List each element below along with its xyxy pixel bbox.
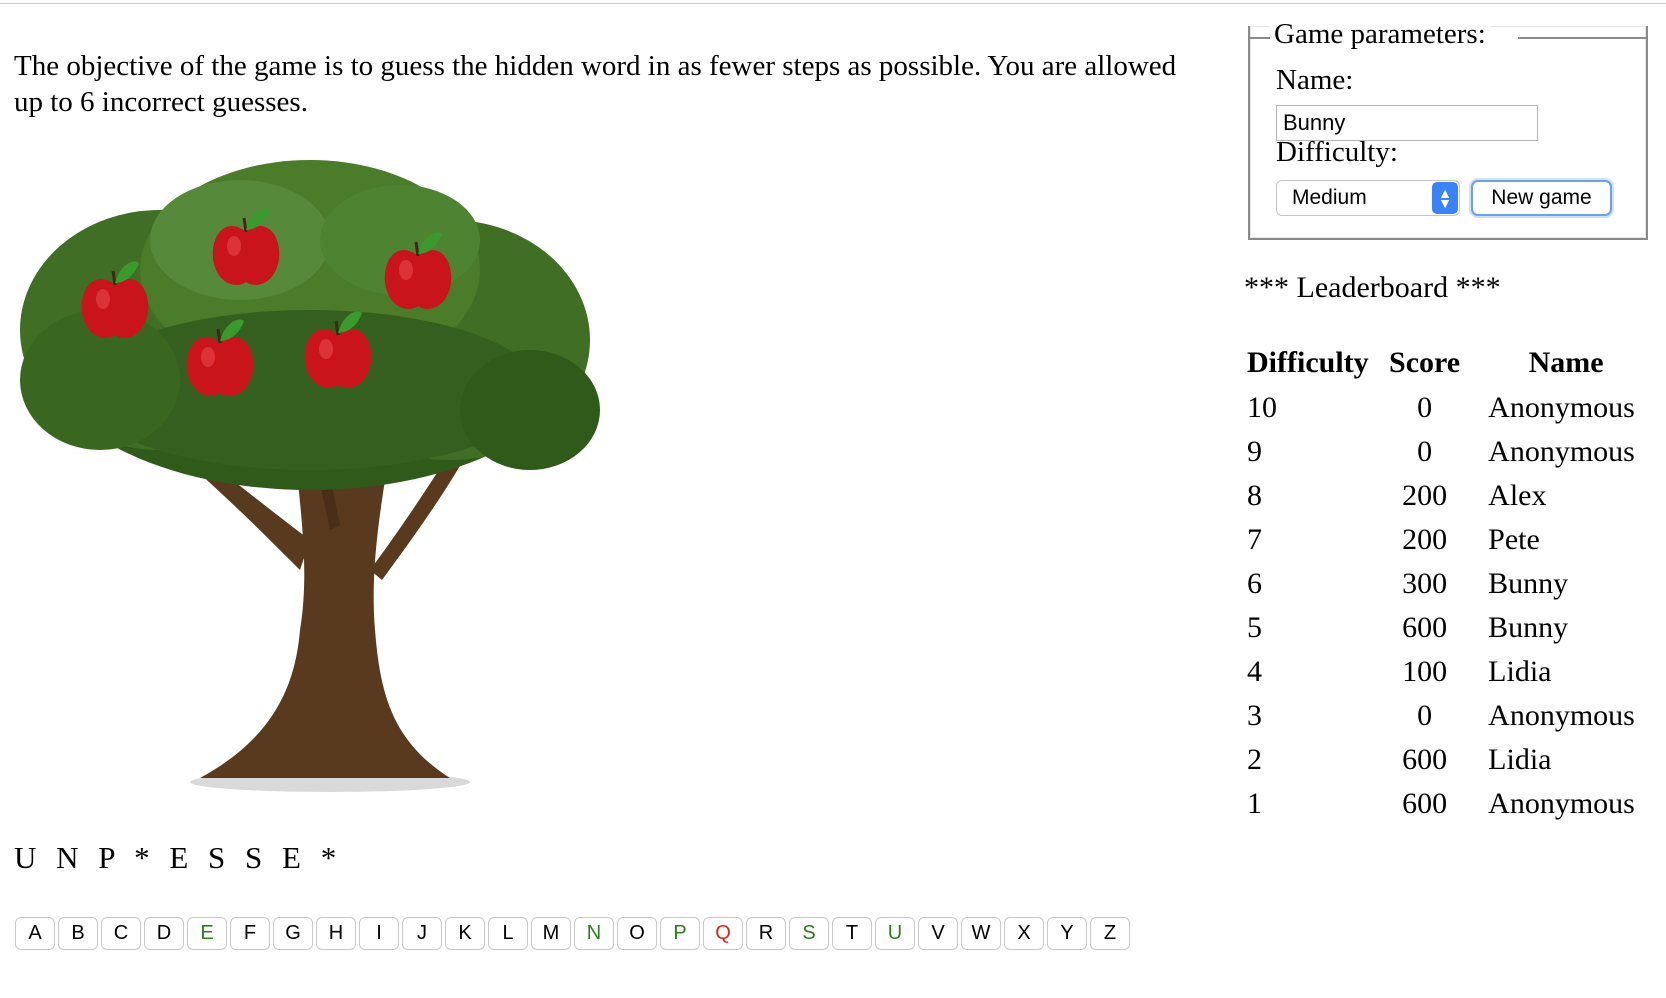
- leaderboard-row: 5 600 Bunny: [1247, 606, 1666, 650]
- game-objective: The objective of the game is to guess th…: [14, 50, 1177, 118]
- letter-key-f[interactable]: F: [230, 917, 270, 950]
- letter-key-h[interactable]: H: [316, 917, 356, 950]
- fieldset-border: [1518, 37, 1648, 39]
- letter-key-l[interactable]: L: [488, 917, 528, 950]
- leaderboard-row: 4 100 Lidia: [1247, 650, 1666, 694]
- leaderboard-cell-name: Anonymous: [1488, 699, 1635, 732]
- letter-key-z[interactable]: Z: [1090, 917, 1130, 950]
- leaderboard-title: *** Leaderboard ***: [1244, 271, 1501, 304]
- leaderboard-cell-score: 300: [1402, 567, 1448, 600]
- leaderboard-cell-score: 600: [1402, 787, 1448, 820]
- leaderboard-row: 6 300 Bunny: [1247, 562, 1666, 606]
- leaderboard-cell-score: 200: [1402, 523, 1448, 556]
- letter-key-u[interactable]: U: [875, 917, 915, 950]
- letter-key-o[interactable]: O: [617, 917, 657, 950]
- letter-key-c[interactable]: C: [101, 917, 141, 950]
- leaderboard-cell-name: Alex: [1488, 479, 1547, 512]
- letter-key-t[interactable]: T: [832, 917, 872, 950]
- leaderboard-cell-score: 100: [1402, 655, 1448, 688]
- letter-key-p[interactable]: P: [660, 917, 700, 950]
- fieldset-border: [1248, 37, 1270, 39]
- new-game-button[interactable]: New game: [1471, 180, 1612, 216]
- header-score: Score: [1389, 346, 1461, 379]
- leaderboard-cell-difficulty: 7: [1247, 523, 1262, 556]
- leaderboard-row: 2 600 Lidia: [1247, 738, 1666, 782]
- letter-key-d[interactable]: D: [144, 917, 184, 950]
- leaderboard-cell-score: 0: [1417, 435, 1433, 468]
- select-updown-icon: ▲ ▼: [1432, 182, 1458, 214]
- leaderboard-cell-score: 200: [1402, 479, 1448, 512]
- letter-key-q[interactable]: Q: [703, 917, 743, 950]
- leaderboard-cell-name: Bunny: [1488, 611, 1569, 644]
- header-difficulty: Difficulty: [1247, 346, 1369, 379]
- letter-key-y[interactable]: Y: [1047, 917, 1087, 950]
- leaderboard-cell-difficulty: 9: [1247, 435, 1262, 468]
- letter-key-k[interactable]: K: [445, 917, 485, 950]
- letter-keyboard: ABCDEFGHIJKLMNOPQRSTUVWXYZ: [15, 917, 1130, 950]
- letter-key-e[interactable]: E: [187, 917, 227, 950]
- difficulty-select[interactable]: Medium ▲ ▼: [1276, 180, 1460, 216]
- hidden-word-display: U N P * E S S E *: [14, 840, 343, 875]
- leaderboard-cell-name: Anonymous: [1488, 435, 1635, 468]
- leaderboard-cell-score: 0: [1417, 699, 1433, 732]
- leaderboard-row: 10 0 Anonymous: [1247, 386, 1666, 430]
- leaderboard-cell-score: 600: [1402, 611, 1448, 644]
- game-parameters-legend: Game parameters:: [1270, 18, 1490, 51]
- leaderboard-cell-name: Anonymous: [1488, 391, 1635, 424]
- header-name: Name: [1528, 346, 1604, 379]
- apple-tree-illustration: [20, 160, 600, 792]
- leaderboard-cell-difficulty: 3: [1247, 699, 1262, 732]
- leaderboard-cell-difficulty: 10: [1247, 391, 1277, 424]
- letter-key-r[interactable]: R: [746, 917, 786, 950]
- letter-key-s[interactable]: S: [789, 917, 829, 950]
- name-label: Name:: [1276, 64, 1354, 96]
- leaderboard-header-row: Difficulty Score Name: [1247, 340, 1666, 386]
- leaderboard-cell-score: 0: [1417, 391, 1433, 424]
- top-divider: [0, 3, 1666, 4]
- leaderboard-cell-name: Bunny: [1488, 567, 1569, 600]
- letter-key-m[interactable]: M: [531, 917, 571, 950]
- leaderboard-cell-difficulty: 5: [1247, 611, 1262, 644]
- leaderboard-cell-difficulty: 6: [1247, 567, 1262, 600]
- leaderboard-cell-name: Lidia: [1488, 743, 1552, 776]
- letter-key-a[interactable]: A: [15, 917, 55, 950]
- leaderboard-cell-name: Pete: [1488, 523, 1540, 556]
- leaderboard-row: 1 600 Anonymous: [1247, 782, 1666, 826]
- leaderboard-cell-difficulty: 2: [1247, 743, 1262, 776]
- leaderboard-row: 8 200 Alex: [1247, 474, 1666, 518]
- leaderboard-cell-score: 600: [1402, 743, 1448, 776]
- difficulty-label: Difficulty:: [1276, 136, 1398, 168]
- leaderboard-cell-difficulty: 8: [1247, 479, 1262, 512]
- letter-key-j[interactable]: J: [402, 917, 442, 950]
- letter-key-w[interactable]: W: [961, 917, 1001, 950]
- leaderboard-cell-difficulty: 1: [1247, 787, 1262, 820]
- letter-key-g[interactable]: G: [273, 917, 313, 950]
- leaderboard-row: 3 0 Anonymous: [1247, 694, 1666, 738]
- letter-key-i[interactable]: I: [359, 917, 399, 950]
- leaderboard-table: Difficulty Score Name 10 0 Anonymous 9 0 Anon…: [1247, 340, 1666, 826]
- leaderboard-row: 9 0 Anonymous: [1247, 430, 1666, 474]
- difficulty-selected-value: Medium: [1292, 186, 1367, 209]
- letter-key-b[interactable]: B: [58, 917, 98, 950]
- letter-key-n[interactable]: N: [574, 917, 614, 950]
- leaderboard-cell-difficulty: 4: [1247, 655, 1262, 688]
- leaderboard-cell-name: Lidia: [1488, 655, 1552, 688]
- leaderboard-row: 7 200 Pete: [1247, 518, 1666, 562]
- letter-key-x[interactable]: X: [1004, 917, 1044, 950]
- letter-key-v[interactable]: V: [918, 917, 958, 950]
- leaderboard-cell-name: Anonymous: [1488, 787, 1635, 820]
